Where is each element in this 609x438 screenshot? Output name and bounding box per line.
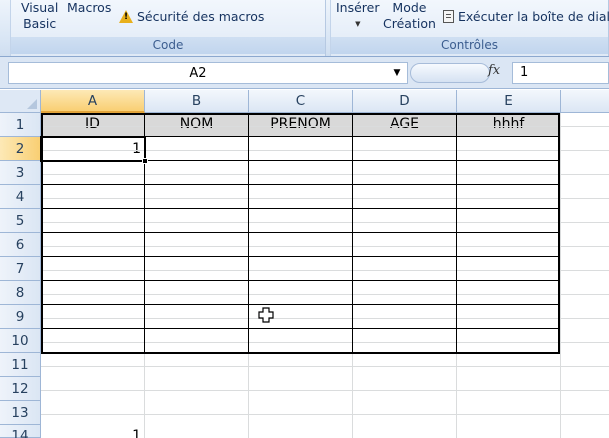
table-divider [41,136,560,137]
row-header-13[interactable]: 13 [0,401,41,425]
row-header-12[interactable]: 12 [0,377,41,401]
table-divider [456,113,457,354]
table-divider [41,160,560,161]
insert-button[interactable]: Insérer ▼ [336,0,380,32]
formula-input[interactable]: 1 [512,62,609,84]
dialog-icon [443,10,454,23]
fill-handle[interactable] [142,158,148,164]
name-box[interactable]: A2 ▼ [8,62,408,84]
table-divider [41,232,560,233]
row-header-1[interactable]: 1 [0,113,41,137]
table-divider [41,280,560,281]
macros-button[interactable]: Macros [67,0,111,16]
controls-group: Insérer ▼ Mode Création Exécuter la boît… [330,0,609,56]
formula-splitter[interactable] [410,63,490,83]
run-dialog-button[interactable]: Exécuter la boîte de dialo [443,9,609,24]
table-header-hhhf[interactable]: hhhf [457,113,561,137]
row-header-8[interactable]: 8 [0,281,41,305]
design-mode-button[interactable]: Mode Création [383,0,436,32]
row-header-14[interactable]: 14 [0,425,41,438]
row-header-4[interactable]: 4 [0,185,41,209]
table-divider [41,328,560,329]
select-all-button[interactable] [0,90,41,113]
gridlines [41,113,609,438]
column-header-a[interactable]: A [41,90,145,113]
row-header-2[interactable]: 2 [0,137,41,161]
insert-label: Insérer [336,0,380,15]
column-header-f[interactable] [561,90,609,113]
column-header-c[interactable]: C [249,90,353,113]
table-header-age[interactable]: AGE [353,113,457,137]
macro-security-label: Sécurité des macros [137,9,265,24]
row-header-9[interactable]: 9 [0,305,41,329]
table-header-prenom[interactable]: PRENOM [249,113,353,137]
row-header-5[interactable]: 5 [0,209,41,233]
cell-a2[interactable]: 1 [41,137,145,161]
formula-tools: fx [410,62,510,84]
chevron-down-icon[interactable]: ▼ [387,68,407,78]
row-header-6[interactable]: 6 [0,233,41,257]
formula-bar: A2 ▼ fx 1 [0,57,609,89]
column-header-e[interactable]: E [457,90,561,113]
cell-a14[interactable]: 1 [41,425,145,438]
cell-cursor-icon [258,307,274,323]
insert-function-icon[interactable]: fx [488,63,500,78]
row-header-3[interactable]: 3 [0,161,41,185]
column-header-b[interactable]: B [145,90,249,113]
table-divider [41,208,560,209]
warning-icon [119,10,133,23]
table-divider [352,113,353,354]
table-header-id[interactable]: ID [41,113,145,137]
macro-security-button[interactable]: Sécurité des macros [119,9,264,24]
table-divider [144,113,145,354]
table-divider [41,304,560,305]
name-box-value: A2 [189,65,207,81]
row-header-11[interactable]: 11 [0,353,41,377]
column-header-d[interactable]: D [353,90,457,113]
code-group-label: Code [11,37,325,54]
row-header-10[interactable]: 10 [0,329,41,353]
visual-basic-button[interactable]: Visual Basic [21,0,58,32]
chevron-down-icon: ▼ [355,20,361,28]
table-divider [248,113,249,354]
run-dialog-label: Exécuter la boîte de dialo [458,9,609,24]
table-divider [41,256,560,257]
row-header-7[interactable]: 7 [0,257,41,281]
ribbon: Visual Basic Macros Sécurité des macros … [0,0,609,57]
code-group: Visual Basic Macros Sécurité des macros … [10,0,326,56]
table-header-nom[interactable]: NOM [145,113,249,137]
controls-group-label: Contrôles [331,37,608,54]
spreadsheet-grid[interactable]: A B C D E 1 2 3 4 5 6 7 8 9 10 11 12 13 … [0,90,609,438]
table-divider [41,184,560,185]
